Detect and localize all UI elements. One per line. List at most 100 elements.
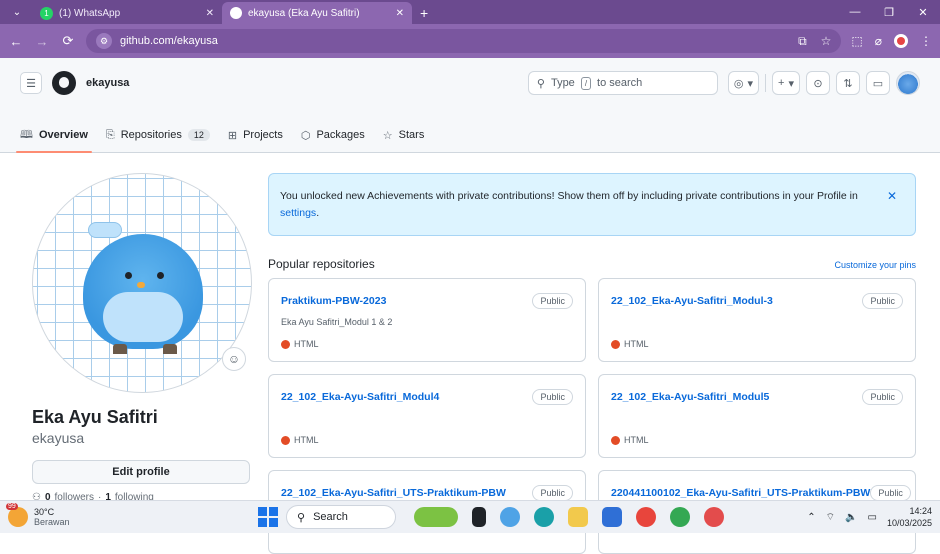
language-color-dot bbox=[611, 435, 620, 445]
network-icon[interactable]: ⌔ bbox=[826, 511, 835, 524]
copilot-icon: ◎ bbox=[733, 77, 744, 90]
close-window-icon[interactable]: ✕ bbox=[906, 6, 940, 19]
new-tab-button[interactable]: + bbox=[412, 5, 436, 24]
avatar[interactable] bbox=[896, 71, 920, 95]
wps-office-icon[interactable] bbox=[704, 507, 724, 527]
search-prefix: Type bbox=[550, 77, 575, 89]
header-username[interactable]: ekayusa bbox=[86, 77, 129, 89]
profile-avatar-icon[interactable] bbox=[894, 34, 908, 48]
edge-icon[interactable] bbox=[534, 507, 554, 527]
language-name: HTML bbox=[624, 435, 649, 445]
tab-repositories[interactable]: ⎘ Repositories 12 bbox=[106, 117, 210, 153]
taskbar: 99 30°C Berawan ⚲ Search ⌃ ⌔ 🔈 ▭ 14:24 1… bbox=[0, 500, 940, 533]
tab-label: Projects bbox=[243, 129, 283, 141]
close-icon[interactable]: ✕ bbox=[396, 8, 404, 19]
weather-temp: 30°C bbox=[34, 507, 55, 517]
repo-link[interactable]: 22_102_Eka-Ayu-Safitri_Modul4 bbox=[281, 391, 439, 403]
tab-whatsapp[interactable]: 1 (1) WhatsApp ✕ bbox=[32, 2, 222, 24]
search-input[interactable]: ⚲ Type / to search bbox=[527, 71, 718, 95]
repo-card: 22_102_Eka-Ayu-Safitri_Modul4 Public HTM… bbox=[268, 374, 586, 458]
customize-pins-link[interactable]: Customize your pins bbox=[834, 260, 916, 270]
copilot-app-icon[interactable] bbox=[500, 507, 520, 527]
visibility-badge: Public bbox=[862, 293, 903, 309]
omnibox[interactable]: ⚙ github.com/ekayusa ⧉ ☆ bbox=[86, 29, 842, 53]
file-explorer-icon[interactable] bbox=[568, 507, 588, 527]
edit-profile-button[interactable]: Edit profile bbox=[32, 460, 250, 484]
pull-requests-button[interactable]: ⇅ bbox=[836, 71, 860, 95]
bookmark-star-icon[interactable]: ☆ bbox=[821, 34, 832, 49]
popular-title: Popular repositories bbox=[268, 257, 375, 271]
minimize-icon[interactable]: — bbox=[838, 6, 872, 18]
repo-card: Praktikum-PBW-2023 Public Eka Ayu Safitr… bbox=[268, 278, 586, 362]
volume-icon[interactable]: 🔈 bbox=[845, 512, 857, 523]
repo-link[interactable]: 22_102_Eka-Ayu-Safitri_UTS-Praktikum-PBW bbox=[281, 487, 506, 499]
repo-count-badge: 12 bbox=[187, 129, 210, 141]
task-view-icon[interactable] bbox=[472, 507, 486, 527]
bird-app-icon[interactable] bbox=[414, 507, 458, 527]
url-text[interactable]: github.com/ekayusa bbox=[120, 35, 790, 47]
extensions-icon[interactable]: ⬚ bbox=[851, 34, 862, 48]
restore-icon[interactable]: ❐ bbox=[872, 6, 906, 19]
repo-link[interactable]: 22_102_Eka-Ayu-Safitri_Modul-3 bbox=[611, 295, 773, 307]
inbox-button[interactable]: ▭ bbox=[866, 71, 890, 95]
site-info-icon[interactable]: ⚙ bbox=[96, 33, 112, 49]
extensions-area: ⬚ ⌀ ⋮ bbox=[851, 34, 932, 48]
repo-language: HTML bbox=[611, 435, 649, 445]
install-icon[interactable]: ⧉ bbox=[798, 34, 807, 49]
visibility-badge: Public bbox=[532, 485, 573, 501]
battery-icon[interactable]: ▭ bbox=[868, 512, 877, 523]
chrome-profile-icon[interactable] bbox=[636, 507, 656, 527]
pull-request-icon: ⇅ bbox=[843, 77, 853, 90]
flash-message: You unlocked new Achievements with priva… bbox=[280, 190, 858, 202]
create-new-button[interactable]: + ▾ bbox=[772, 71, 800, 95]
settings-link[interactable]: settings bbox=[280, 207, 316, 219]
repo-language: HTML bbox=[281, 435, 319, 445]
chevron-up-icon[interactable]: ⌃ bbox=[807, 512, 815, 523]
profile-login: ekayusa bbox=[32, 430, 85, 446]
store-icon[interactable] bbox=[602, 507, 622, 527]
set-status-button[interactable]: ☺ bbox=[222, 347, 246, 371]
bird-foot bbox=[163, 344, 177, 354]
tab-label: Overview bbox=[38, 129, 88, 141]
repo-link[interactable]: Praktikum-PBW-2023 bbox=[281, 295, 386, 307]
repo-link[interactable]: 220441100102_Eka-Ayu-Safitri_UTS-Praktik… bbox=[611, 487, 870, 499]
repo-link[interactable]: 22_102_Eka-Ayu-Safitri_Modul5 bbox=[611, 391, 769, 403]
date: 10/03/2025 bbox=[886, 518, 932, 528]
copilot-button[interactable]: ◎ ▾ bbox=[727, 71, 760, 95]
taskbar-search[interactable]: ⚲ Search bbox=[286, 505, 396, 529]
tab-label: Stars bbox=[398, 129, 425, 141]
hamburger-menu-icon[interactable]: ☰ bbox=[20, 72, 42, 94]
reload-icon[interactable]: ⟳ bbox=[60, 33, 76, 49]
issues-button[interactable]: ⊙ bbox=[806, 71, 830, 95]
language-name: HTML bbox=[294, 339, 319, 349]
profile-sync-icon[interactable]: ⌀ bbox=[875, 34, 882, 48]
profile-avatar[interactable] bbox=[32, 173, 252, 393]
visibility-badge: Public bbox=[862, 389, 903, 405]
taskbar-search-label: Search bbox=[313, 511, 348, 523]
flash-end: . bbox=[316, 207, 320, 219]
back-icon[interactable]: ← bbox=[8, 34, 24, 49]
tab-github[interactable]: ekayusa (Eka Ayu Safitri) ✕ bbox=[222, 2, 412, 24]
close-icon[interactable]: ✕ bbox=[206, 8, 214, 19]
notification-badge: 99 bbox=[6, 503, 18, 510]
close-icon[interactable]: ✕ bbox=[887, 188, 897, 205]
weather-widget[interactable]: 99 30°C Berawan bbox=[6, 503, 258, 527]
clock[interactable]: 14:24 10/03/2025 bbox=[887, 505, 932, 529]
forward-icon[interactable]: → bbox=[34, 34, 50, 49]
kebab-menu-icon[interactable]: ⋮ bbox=[920, 34, 932, 48]
inbox-icon: ▭ bbox=[872, 77, 884, 90]
star-icon: ☆ bbox=[382, 129, 393, 142]
tab-stars[interactable]: ☆ Stars bbox=[383, 117, 425, 153]
visibility-badge: Public bbox=[870, 485, 911, 501]
chrome-icon[interactable] bbox=[670, 507, 690, 527]
github-logo-icon[interactable] bbox=[52, 71, 76, 95]
issue-icon: ⊙ bbox=[813, 77, 823, 90]
tab-projects[interactable]: ⊞ Projects bbox=[228, 117, 283, 153]
tab-overview[interactable]: 🕮 Overview bbox=[16, 117, 92, 153]
windows-start-icon[interactable] bbox=[258, 507, 278, 527]
tab-search-button[interactable]: ⌄ bbox=[6, 1, 28, 23]
tab-packages[interactable]: ⬡ Packages bbox=[301, 117, 365, 153]
bird-eye bbox=[157, 272, 164, 279]
github-icon bbox=[230, 7, 242, 19]
search-suffix: to search bbox=[597, 77, 643, 89]
